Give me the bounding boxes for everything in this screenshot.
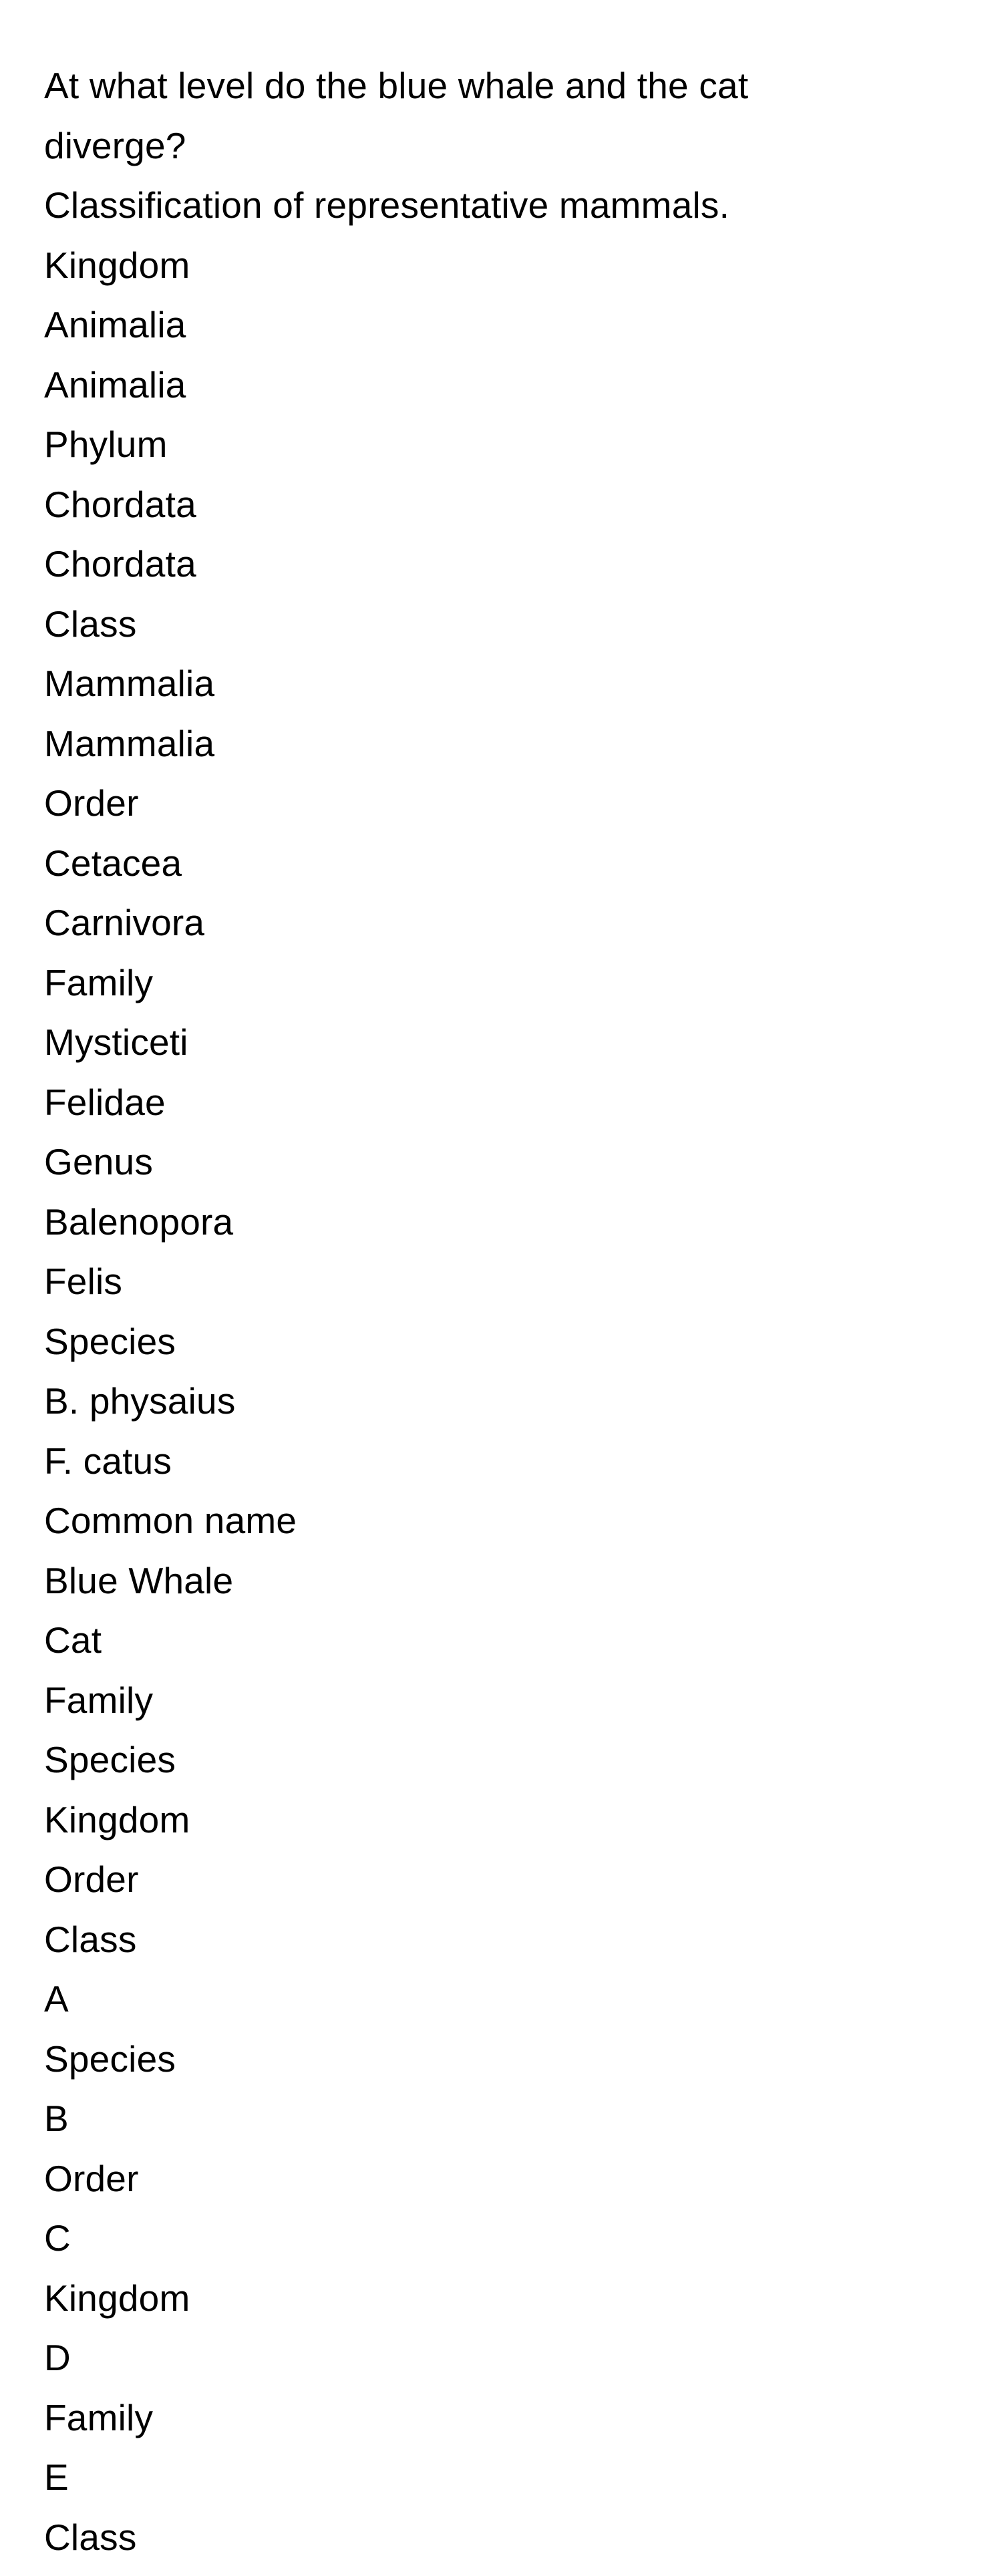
question-text-line-1: At what level do the blue whale and the … — [44, 65, 749, 106]
cat-value: Carnivora — [44, 902, 205, 943]
rank-label: Kingdom — [44, 244, 190, 286]
question-text-line-2: diverge? — [44, 124, 186, 166]
option-letter[interactable]: A — [44, 1969, 846, 2030]
cat-value: F. catus — [44, 1440, 172, 1482]
rank-label: Species — [44, 1320, 176, 1362]
table-row: Family Mysticeti Felidae — [44, 953, 846, 1133]
table-row: Species B. physaius F. catus — [44, 1312, 846, 1492]
question-content: At what level do the blue whale and the … — [44, 56, 846, 2567]
table-row: Phylum Chordata Chordata — [44, 415, 846, 595]
option-letter[interactable]: E — [44, 2448, 846, 2508]
rank-label: Family — [44, 961, 154, 1003]
answer-options: A Species B Order C Kingdom D Family E C… — [44, 1969, 846, 2567]
blue-whale-value: B. physaius — [44, 1380, 236, 1422]
table-row: Common name Blue Whale Cat — [44, 1491, 846, 1671]
option-text[interactable]: Class — [44, 2508, 846, 2568]
option-b[interactable]: B Order — [44, 2089, 846, 2209]
blue-whale-value: Cetacea — [44, 842, 182, 884]
table-row: Class Mammalia Mammalia — [44, 595, 846, 774]
rank-label: Order — [44, 782, 139, 824]
blue-whale-value: Mammalia — [44, 663, 215, 704]
table-row: Genus Balenopora Felis — [44, 1132, 846, 1312]
blue-whale-value: Balenopora — [44, 1200, 234, 1243]
option-letter[interactable]: D — [44, 2328, 846, 2388]
cat-value: Felidae — [44, 1081, 166, 1123]
word-list-item: Class — [44, 1918, 137, 1960]
word-list-item: Family — [44, 1679, 154, 1721]
option-text[interactable]: Family — [44, 2388, 846, 2448]
cat-value: Animalia — [44, 363, 186, 406]
cat-value: Chordata — [44, 543, 196, 585]
option-d[interactable]: D Family — [44, 2328, 846, 2448]
blue-whale-value: Mysticeti — [44, 1021, 188, 1063]
option-text[interactable]: Kingdom — [44, 2269, 846, 2329]
word-list-item: Kingdom — [44, 1798, 190, 1840]
option-letter[interactable]: C — [44, 2209, 846, 2269]
cat-value: Mammalia — [44, 722, 215, 764]
blue-whale-value: Animalia — [44, 304, 186, 345]
blue-whale-value: Chordata — [44, 483, 196, 525]
table-row: Kingdom Animalia Animalia — [44, 236, 846, 416]
option-c[interactable]: C Kingdom — [44, 2209, 846, 2328]
option-text[interactable]: Order — [44, 2149, 846, 2209]
option-text[interactable]: Species — [44, 2030, 846, 2090]
table-row: Order Cetacea Carnivora — [44, 774, 846, 953]
word-list-item: Species — [44, 1739, 176, 1780]
rank-label: Phylum — [44, 424, 168, 465]
cat-value: Felis — [44, 1261, 123, 1302]
word-list-item: Order — [44, 1859, 139, 1900]
table-caption: Classification of representative mammals… — [44, 184, 730, 226]
word-list: Family Species Kingdom Order Class — [44, 1671, 846, 1970]
blue-whale-value: Blue Whale — [44, 1559, 234, 1601]
cat-value: Cat — [44, 1619, 102, 1661]
option-a[interactable]: A Species — [44, 1969, 846, 2089]
rank-label: Genus — [44, 1141, 154, 1182]
rank-label: Class — [44, 603, 137, 645]
classification-table: Kingdom Animalia Animalia Phylum Chordat… — [44, 236, 846, 1671]
option-e[interactable]: E Class — [44, 2448, 846, 2567]
option-letter[interactable]: B — [44, 2089, 846, 2149]
rank-label: Common name — [44, 1500, 297, 1541]
